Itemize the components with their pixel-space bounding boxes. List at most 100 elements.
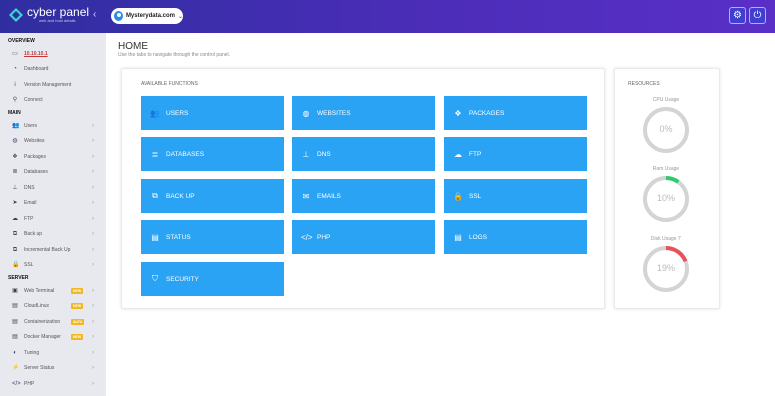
function-label: SECURITY	[166, 275, 199, 283]
file-icon: ▤	[12, 334, 18, 341]
function-label: BACK UP	[166, 192, 195, 200]
sidebar-item-back-up[interactable]: ⧉ Back up ›	[0, 227, 106, 243]
sidebar-item-users[interactable]: 👥 Users ›	[0, 118, 106, 134]
chevron-right-icon: ›	[92, 365, 94, 372]
function-label: FTP	[469, 150, 482, 158]
status-badge: NEW	[71, 303, 84, 310]
sidebar-item-label: Packages	[24, 153, 46, 160]
sidebar-item-label: Databases	[24, 169, 48, 176]
sidebar-item-ssl[interactable]: 🔒 SSL ›	[0, 258, 106, 274]
sidebar-item-packages[interactable]: ❖ Packages ›	[0, 149, 106, 165]
status-badge: NEW	[71, 287, 84, 294]
sidebar-item-label: 10.10.10.1	[24, 50, 48, 57]
sidebar-item-label: Connect	[24, 97, 43, 104]
settings-button[interactable]: ⚙	[729, 7, 746, 24]
sidebar-item-databases[interactable]: ≣ Databases ›	[0, 165, 106, 181]
users-icon: 👥	[12, 122, 20, 129]
lock-icon: 🔒	[12, 262, 20, 269]
logs-button[interactable]: ▤ LOGS	[444, 220, 587, 254]
sidebar-item-label: Version Management	[24, 81, 72, 88]
sidebar-item-label: Tuning	[24, 349, 40, 356]
sidebar-item-server-status[interactable]: ⚡ Server Status ›	[0, 361, 106, 377]
ssl-button[interactable]: 🔒 SSL	[444, 179, 587, 213]
function-label: PACKAGES	[469, 109, 505, 117]
sidebar-item-10-10-10-1[interactable]: ▭ 10.10.10.1	[0, 46, 106, 62]
sidebar-item-dashboard[interactable]: ◔ Dashboard	[0, 62, 106, 78]
sidebar-item-containerization[interactable]: ▤ Containerization ALFA ›	[0, 314, 106, 330]
bolt-icon: ⚡	[12, 365, 20, 372]
sidebar-item-dns[interactable]: ⊥ DNS ›	[0, 180, 106, 196]
chevron-right-icon: ›	[92, 380, 94, 387]
sidebar-item-cloudlinux[interactable]: ▤ CloudLinux NEW ›	[0, 299, 106, 315]
chevron-right-icon: ›	[92, 169, 94, 176]
sidebar-item-email[interactable]: ➤ Email ›	[0, 196, 106, 212]
users-icon: 👥	[150, 108, 160, 118]
status-badge: ALFA	[71, 318, 85, 325]
sidebar-item-docker-manager[interactable]: ▤ Docker Manager NEW ›	[0, 330, 106, 346]
gauge-label: CPU Usage	[652, 97, 680, 103]
users-button[interactable]: 👥 USERS	[141, 96, 284, 130]
sidebar-item-connect[interactable]: ⚲ Connect	[0, 93, 106, 109]
back-up-button[interactable]: ⧉ BACK UP	[141, 179, 284, 213]
chevron-right-icon: ›	[92, 318, 94, 325]
function-label: EMAILS	[317, 192, 341, 200]
cloud-upload-icon: ☁	[454, 149, 462, 159]
sidebar-item-version-management[interactable]: i Version Management	[0, 77, 106, 93]
sidebar-item-tuning[interactable]: ◐ Tuning ›	[0, 345, 106, 361]
globe-icon: ◍	[12, 138, 18, 145]
sidebar-item-label: Dashboard	[24, 66, 49, 73]
chevron-right-icon: ›	[92, 215, 94, 222]
sidebar-item-label: Web Terminal	[24, 287, 55, 294]
logout-button[interactable]: ⏻	[749, 7, 766, 24]
resources-title: RESOURCES	[628, 81, 660, 87]
sidebar-item-ftp[interactable]: ☁ FTP ›	[0, 211, 106, 227]
sidebar-item-label: DNS	[24, 184, 35, 191]
gauge-label: Ram Usage	[652, 166, 680, 172]
info-icon: i	[14, 81, 16, 88]
emails-button[interactable]: ✉ EMAILS	[292, 179, 435, 213]
function-label: LOGS	[469, 233, 488, 241]
sidebar-item-label: Email	[24, 200, 37, 207]
sidebar-item-label: CloudLinux	[24, 303, 50, 310]
file-icon: ▤	[454, 232, 462, 242]
databases-button[interactable]: ≣ DATABASES	[141, 137, 284, 171]
gauge-value: 0%	[659, 124, 673, 134]
chevron-right-icon: ›	[92, 231, 94, 238]
sidebar-item-php[interactable]: </> PHP ›	[0, 376, 106, 392]
lock-icon: 🔒	[453, 191, 463, 201]
sidebar-item-web-terminal[interactable]: ▣ Web Terminal NEW ›	[0, 283, 106, 299]
sidebar-heading-server: SERVER	[8, 275, 29, 281]
user-avatar-icon	[114, 11, 123, 21]
ftp-button[interactable]: ☁ FTP	[444, 137, 587, 171]
chevron-right-icon: ›	[92, 349, 94, 356]
sidebar-item-label: Incremental Back Up	[24, 246, 71, 253]
chevron-right-icon: ›	[92, 262, 94, 269]
sidebar-item-incremental-back-up[interactable]: ⧉ Incremental Back Up ›	[0, 242, 106, 258]
status-button[interactable]: ▤ STATUS	[141, 220, 284, 254]
function-label: PHP	[317, 233, 331, 241]
chevron-right-icon: ›	[92, 138, 94, 145]
server-icon: ▤	[151, 232, 159, 242]
site-selector[interactable]: Mysterydata.com ⌄	[111, 8, 183, 24]
sidebar-item-label: Back up	[24, 231, 43, 238]
dns-button[interactable]: ⊥ DNS	[292, 137, 435, 171]
sidebar-item-label: Containerization	[24, 318, 61, 325]
php-button[interactable]: </> PHP	[292, 220, 435, 254]
file-icon: ▤	[12, 303, 18, 310]
copy-icon: ⧉	[12, 231, 18, 238]
top-bar: cyber panel web and host details ‹ Myste…	[0, 0, 775, 33]
gauge-value: 10%	[656, 193, 675, 203]
collapse-sidebar-icon[interactable]: ‹	[93, 9, 96, 20]
chevron-right-icon: ›	[92, 200, 94, 207]
chevron-right-icon: ›	[92, 303, 94, 310]
brand-logo[interactable]: cyber panel web and host details	[9, 6, 89, 23]
sidebar-item-websites[interactable]: ◍ Websites ›	[0, 134, 106, 150]
sidebar-item-label: Docker Manager	[24, 334, 61, 341]
security-button[interactable]: ⛉ SECURITY	[141, 262, 284, 296]
sidebar-item-label: FTP	[24, 215, 34, 222]
packages-button[interactable]: ❖ PACKAGES	[444, 96, 587, 130]
websites-button[interactable]: ◍ WEBSITES	[292, 96, 435, 130]
brand-name: cyber panel	[27, 5, 90, 19]
sidebar-item-label: Websites	[24, 138, 45, 145]
chevron-right-icon: ›	[92, 246, 94, 253]
